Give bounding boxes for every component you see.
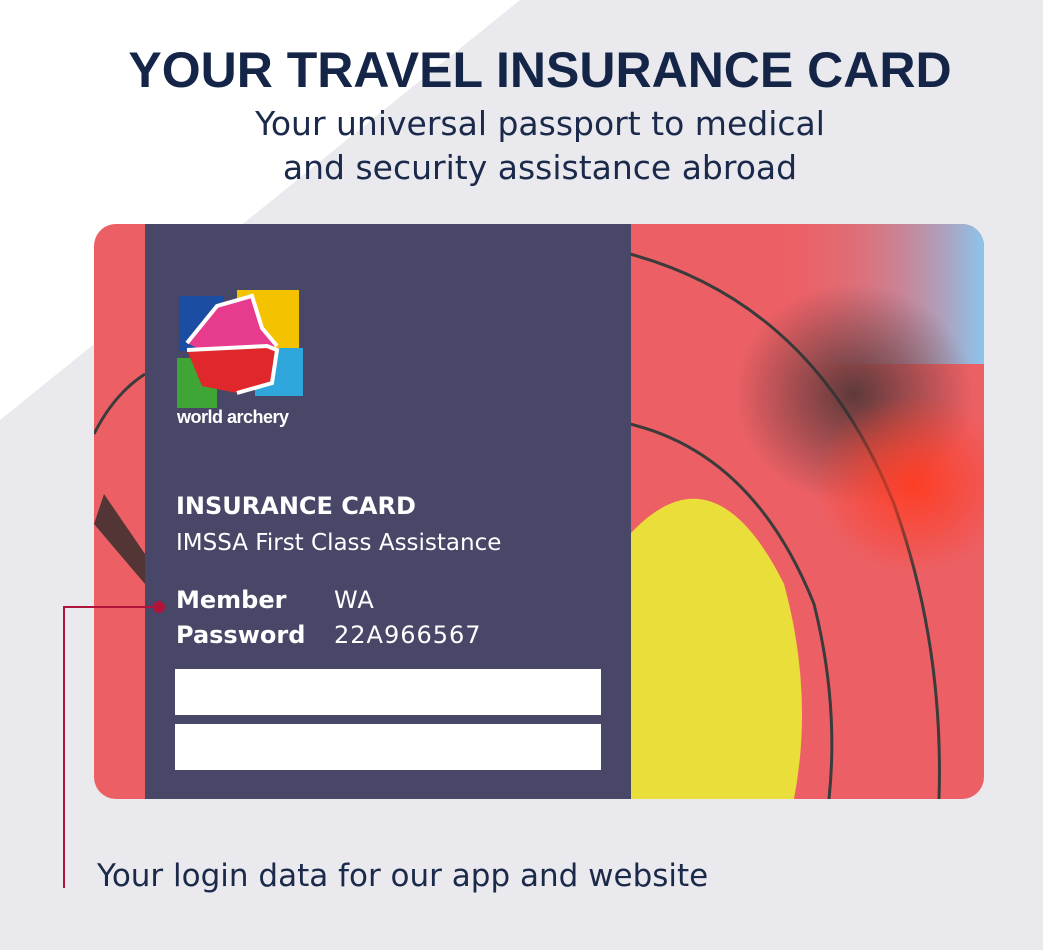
member-value: WA	[334, 586, 375, 614]
page-header: YOUR TRAVEL INSURANCE CARD Your universa…	[0, 40, 1043, 190]
card-field-1[interactable]	[175, 669, 601, 715]
page-subtitle-line2: and security assistance abroad	[282, 148, 798, 187]
login-data-caption: Your login data for our app and website	[97, 858, 709, 894]
password-label: Password	[176, 621, 306, 649]
card-field-2[interactable]	[175, 724, 601, 770]
card-subheading: IMSSA First Class Assistance	[176, 530, 502, 556]
page-title: YOUR TRAVEL INSURANCE CARD	[128, 42, 952, 98]
card-heading: INSURANCE CARD	[176, 492, 416, 520]
page-subtitle-line1: Your universal passport to medical	[255, 104, 825, 143]
member-label: Member	[176, 586, 287, 614]
password-value: 22A966567	[334, 621, 482, 649]
logo-wordmark: world archery	[177, 407, 289, 427]
insurance-card: world archery INSURANCE CARD IMSSA First…	[94, 224, 984, 799]
